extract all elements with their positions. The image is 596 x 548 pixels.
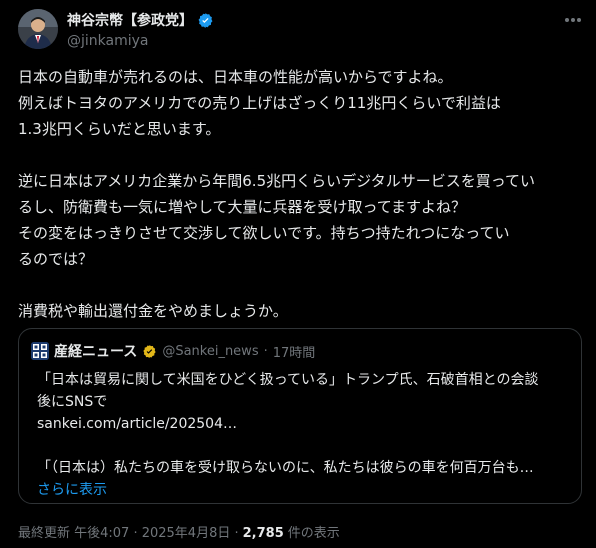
quoted-tweet-text: 「日本は貿易に関して米国をひどく扱っている」トランプ氏、石破首相との会談 後にS… <box>37 369 577 501</box>
quoted-line: 「（日本は）私たちの車を受け取らないのに、私たちは彼らの車を何百万台も… <box>37 460 534 476</box>
quoted-tweet-header: 産経ニュース @Sankei_news · 17時間 <box>31 341 315 361</box>
avatar[interactable] <box>18 9 58 49</box>
verified-badge-icon <box>143 344 156 358</box>
quoted-tweet[interactable]: 産経ニュース @Sankei_news · 17時間 「日本は貿易に関して米国を… <box>18 328 582 504</box>
tweet-line: 日本の自動車が売れるのは、日本車の性能が高いからですよね。 <box>18 68 453 86</box>
meta-separator: · <box>263 343 268 359</box>
quoted-line: 後にSNSで <box>37 394 108 410</box>
quoted-author-name[interactable]: 産経ニュース <box>54 341 137 361</box>
tweet: 神谷宗幣【参政党】 @jinkamiya 日本の自動車が売れるのは、日本車の性能… <box>0 0 596 548</box>
tweet-text: 日本の自動車が売れるのは、日本車の性能が高いからですよね。 例えばトヨタのアメリ… <box>18 64 578 324</box>
author-name-row[interactable]: 神谷宗幣【参政党】 <box>67 10 214 30</box>
quoted-author-handle[interactable]: @Sankei_news <box>162 344 258 359</box>
views-label: 件の表示 <box>287 526 340 541</box>
updated-timestamp[interactable]: 最終更新 午後4:07 · 2025年4月8日 · <box>18 522 239 541</box>
verified-badge-icon <box>198 12 213 28</box>
tweet-footer: 最終更新 午後4:07 · 2025年4月8日 · 2,785 件の表示 <box>18 522 340 541</box>
views-count: 2,785 <box>242 526 284 541</box>
sankei-logo-icon <box>31 342 49 360</box>
tweet-line: 1.3兆円くらいだと思います。 <box>18 120 221 138</box>
tweet-line: 消費税や輸出還付金をやめましょうか。 <box>18 302 288 320</box>
quoted-line: 「日本は貿易に関して米国をひどく扱っている」トランプ氏、石破首相との会談 <box>37 372 539 388</box>
author-name[interactable]: 神谷宗幣【参政党】 <box>67 10 193 30</box>
tweet-line: 逆に日本はアメリカ企業から年間6.5兆円くらいデジタルサービスを買ってい <box>18 172 536 190</box>
tweet-line: るし、防衛費も一気に増やして大量に兵器を受け取ってますよね？ <box>18 198 467 216</box>
quoted-article-link[interactable]: sankei.com/article/202504… <box>37 413 577 435</box>
tweet-line: その変をはっきりさせて交渉して欲しいです。持ちつ持たれつになってい <box>18 224 510 242</box>
show-more-link[interactable]: さらに表示 <box>37 479 577 501</box>
author-handle[interactable]: @jinkamiya <box>67 33 148 49</box>
quoted-timestamp[interactable]: 17時間 <box>273 342 316 361</box>
tweet-line: 例えばトヨタのアメリカでの売り上げはざっくり11兆円くらいで利益は <box>18 94 501 112</box>
tweet-line: るのでは？ <box>18 250 94 268</box>
more-options-icon[interactable] <box>561 10 585 30</box>
